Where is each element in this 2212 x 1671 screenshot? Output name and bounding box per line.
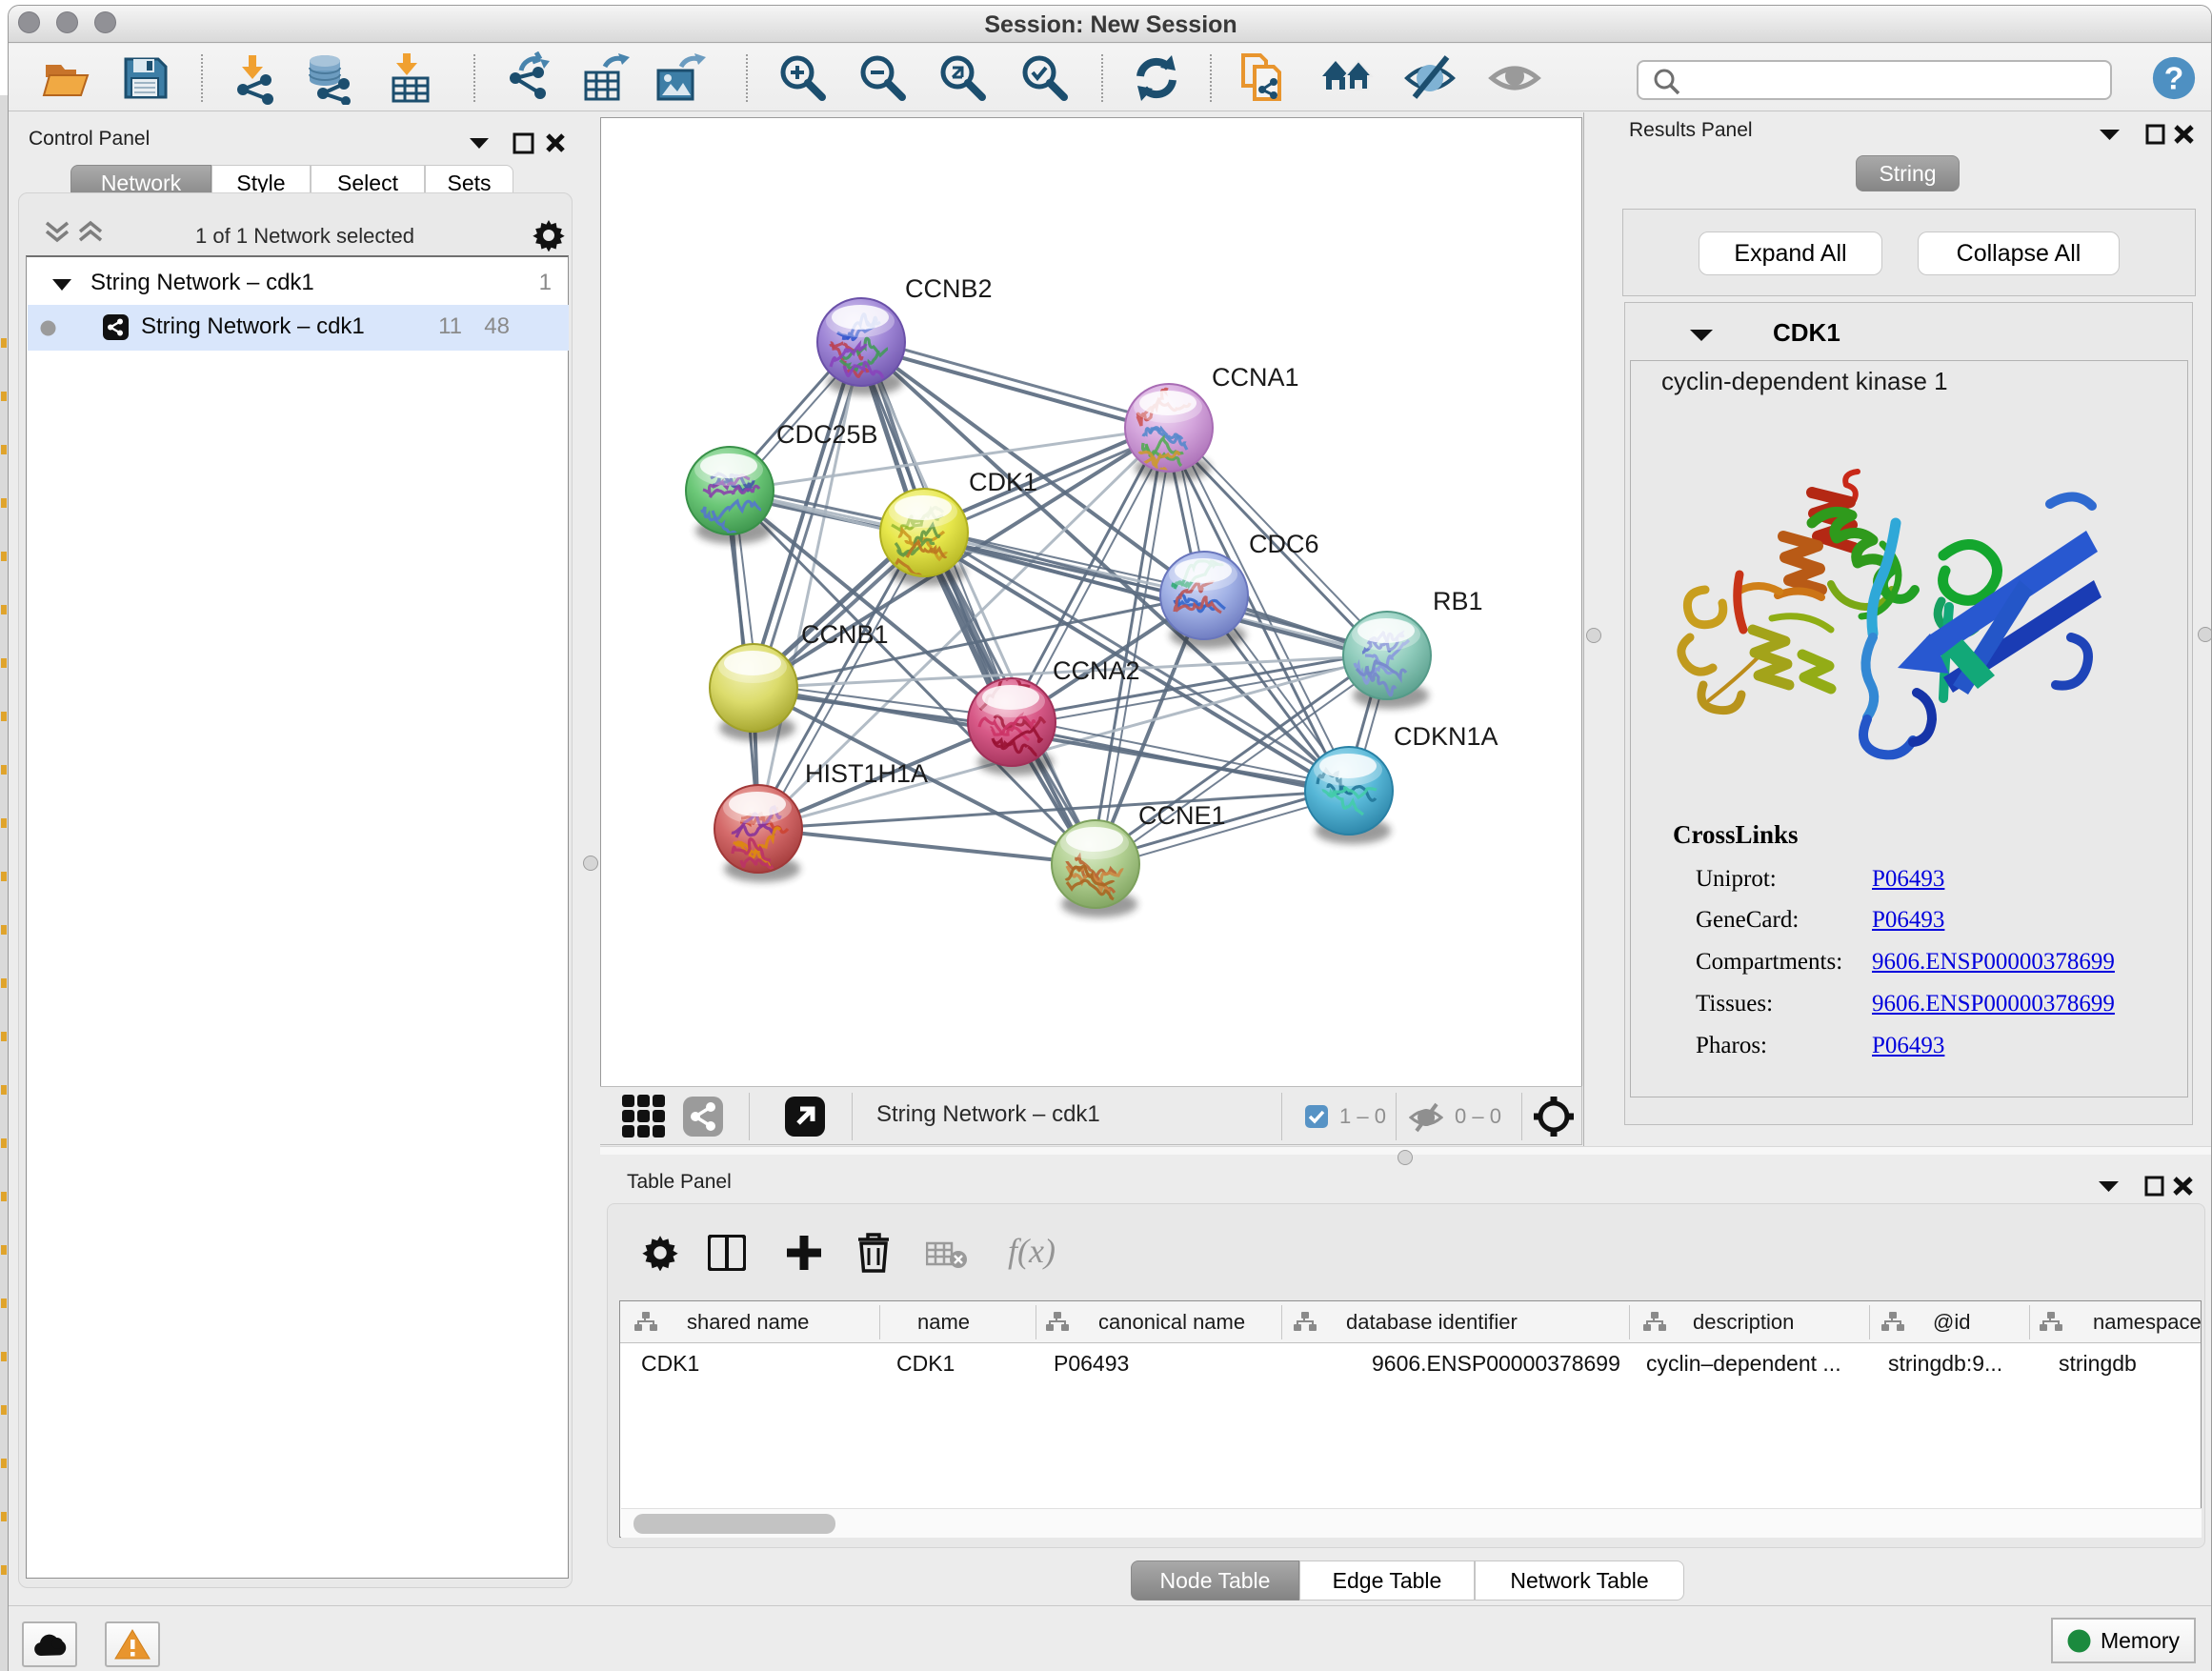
svg-text:CDC25B: CDC25B — [776, 420, 878, 449]
svg-text:CCNA2: CCNA2 — [1053, 656, 1140, 685]
svg-text:CCNA1: CCNA1 — [1212, 363, 1299, 392]
svg-text:CCNE1: CCNE1 — [1138, 801, 1226, 830]
svg-text:RB1: RB1 — [1433, 587, 1483, 615]
svg-text:CCNB1: CCNB1 — [801, 620, 889, 649]
svg-text:CDC6: CDC6 — [1249, 530, 1319, 558]
svg-text:CCNB2: CCNB2 — [905, 274, 993, 303]
svg-text:HIST1H1A: HIST1H1A — [805, 759, 928, 788]
svg-text:CDKN1A: CDKN1A — [1394, 722, 1498, 751]
svg-text:?: ? — [2164, 62, 2184, 97]
svg-text:CDK1: CDK1 — [969, 468, 1037, 496]
